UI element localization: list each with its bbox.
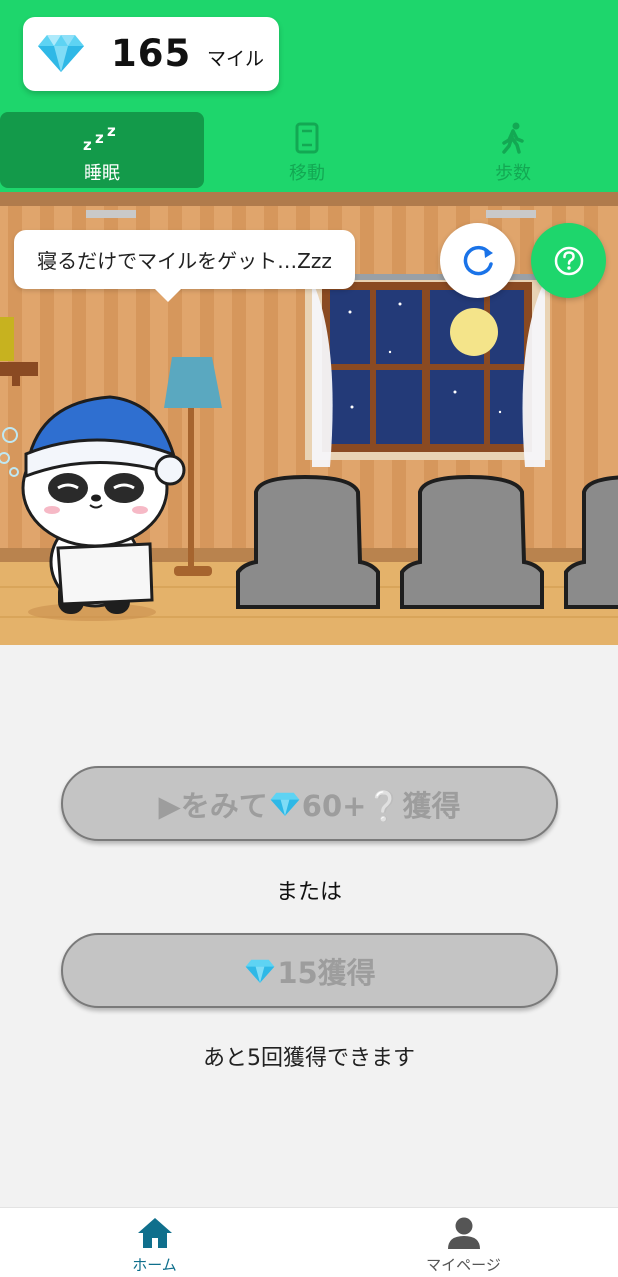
miles-balance-card: 165 マイル (23, 17, 279, 91)
tab-sleep[interactable]: z z z 睡眠 (0, 112, 204, 188)
help-button[interactable] (531, 223, 606, 298)
watch-video-button[interactable]: ▶をみて 60+❔獲得 (61, 766, 558, 841)
video-button-suffix: 60+❔獲得 (301, 788, 461, 823)
question-icon (554, 246, 583, 275)
svg-text:z: z (107, 123, 116, 140)
refresh-button[interactable] (440, 223, 515, 298)
diamond-icon (270, 792, 300, 816)
zzz-icon: z z z (81, 121, 123, 155)
bottom-nav: ホーム マイページ (0, 1207, 618, 1277)
svg-text:z: z (95, 129, 104, 147)
refresh-icon (463, 245, 493, 275)
mode-tabs: z z z 睡眠 移動 歩数 (0, 112, 618, 188)
miles-unit: マイル (207, 48, 265, 70)
miles-value: 165 (111, 32, 192, 75)
tab-sleep-label: 睡眠 (84, 163, 120, 184)
diamond-icon (38, 35, 84, 72)
or-separator: または (275, 880, 342, 905)
header: 165 マイル z z z 睡眠 移動 歩数 (0, 0, 618, 192)
nav-home-label: ホーム (132, 1256, 177, 1274)
person-icon (447, 1217, 480, 1249)
tab-steps-label: 歩数 (495, 163, 531, 184)
claim-button-suffix: 15獲得 (277, 955, 376, 990)
svg-text:z: z (83, 136, 92, 153)
claim-miles-button[interactable]: 15獲得 (61, 933, 558, 1008)
tab-steps[interactable]: 歩数 (410, 112, 616, 188)
nav-mypage-label: マイページ (426, 1256, 501, 1274)
speech-bubble: 寝るだけでマイルをゲット…Zzz (14, 230, 355, 302)
diamond-icon (245, 959, 275, 983)
video-button-prefix: ▶をみて (158, 788, 268, 823)
route-icon (294, 121, 320, 155)
tab-move[interactable]: 移動 (204, 112, 410, 188)
home-icon (137, 1218, 172, 1248)
walking-icon (500, 121, 526, 155)
nav-home[interactable]: ホーム (0, 1208, 309, 1277)
nav-mypage[interactable]: マイページ (309, 1208, 618, 1277)
remaining-count-text: あと5回獲得できます (203, 1046, 415, 1071)
tab-move-label: 移動 (289, 163, 325, 184)
